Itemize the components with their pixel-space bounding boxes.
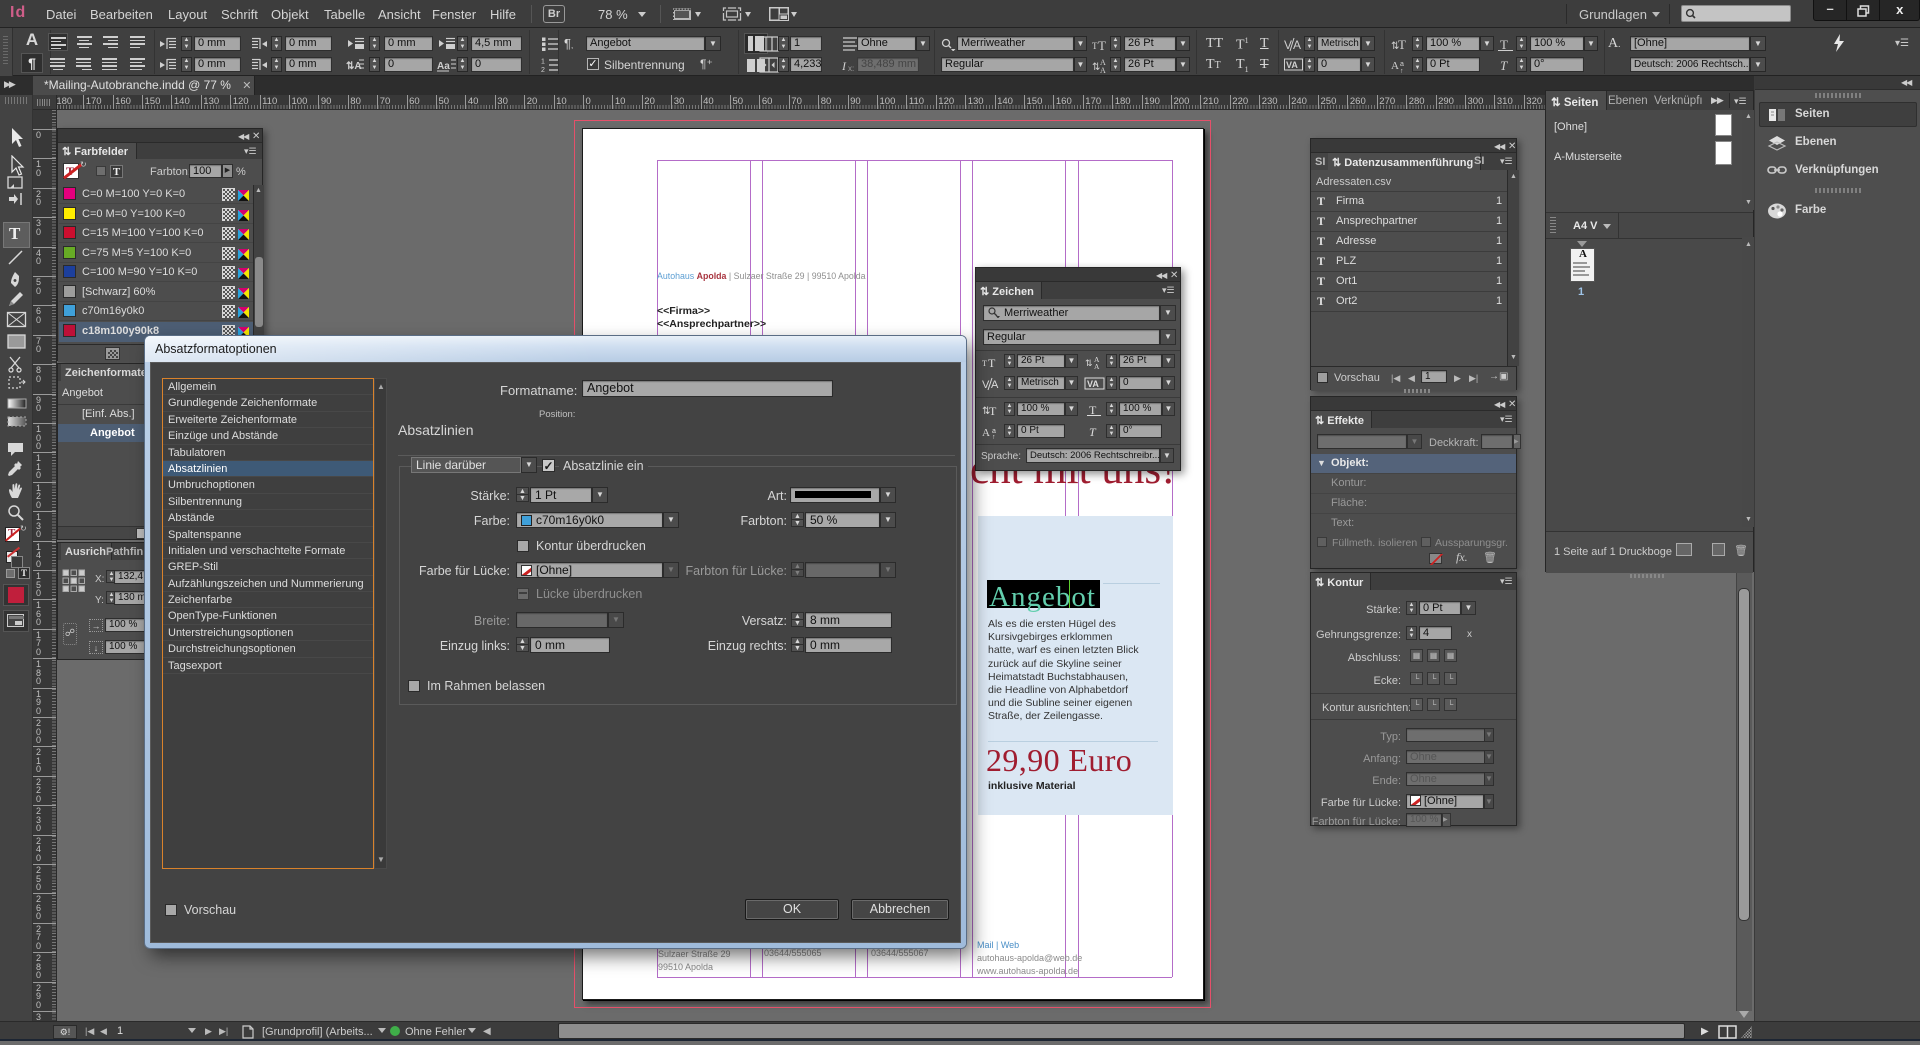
svg-text:A: A [982,427,990,439]
svg-text:x:: x: [848,64,854,73]
svg-text:A: A [1391,60,1399,72]
svg-text:⇅A: ⇅A [346,61,362,72]
svg-text:⇅: ⇅ [1085,358,1093,368]
svg-text:2: 2 [541,67,545,73]
svg-text:1: 1 [541,59,545,66]
svg-text:A: A [1100,66,1106,73]
svg-text:T: T [1098,38,1106,52]
svg-text:T: T [1500,37,1508,52]
svg-text:a: a [1400,61,1404,68]
svg-text:⇅: ⇅ [1391,41,1399,52]
svg-text:T: T [1089,425,1097,439]
svg-text:T: T [1089,403,1097,417]
svg-text:I: I [842,59,847,73]
svg-text:VA: VA [1087,379,1099,389]
svg-text:A: A [1094,362,1100,369]
svg-text:↑: ↑ [1400,68,1404,73]
svg-text:T: T [988,356,996,369]
svg-text:⇅: ⇅ [1092,62,1100,73]
svg-text:↑: ↑ [992,434,996,439]
svg-text:T: T [1500,58,1508,73]
svg-text:A: A [1293,38,1301,52]
svg-text:V: V [982,379,990,391]
svg-text:T: T [982,359,987,368]
svg-text:VA: VA [1286,60,1298,70]
svg-text:Aa: Aa [437,61,450,72]
svg-text:A: A [991,379,999,391]
svg-text:⇅: ⇅ [982,406,990,417]
